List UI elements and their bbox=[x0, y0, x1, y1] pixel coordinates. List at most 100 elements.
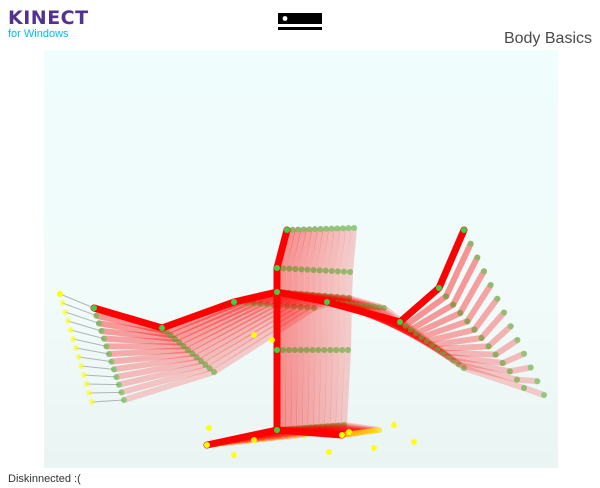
tracked-joint bbox=[481, 268, 487, 275]
tracked-joint bbox=[279, 347, 286, 353]
tracked-joint bbox=[98, 328, 105, 334]
inferred-joint bbox=[346, 429, 352, 435]
tracked-joint bbox=[118, 389, 125, 396]
tracked-joint bbox=[291, 347, 298, 353]
inferred-joint bbox=[78, 363, 85, 369]
skeleton-bone bbox=[499, 350, 527, 366]
inferred-bone bbox=[75, 347, 110, 355]
inferred-joint bbox=[326, 449, 332, 455]
tracked-joint bbox=[315, 347, 322, 353]
kinect-sensor-icon bbox=[278, 12, 322, 32]
tracked-joint bbox=[303, 347, 310, 353]
tracked-joint bbox=[297, 347, 304, 353]
tracked-joint bbox=[541, 392, 547, 398]
inferred-joint bbox=[339, 432, 345, 438]
tracked-joint bbox=[351, 225, 357, 231]
inferred-joint bbox=[86, 390, 93, 396]
tracked-joint bbox=[340, 268, 347, 275]
skeleton-bone bbox=[318, 347, 328, 430]
tracked-joint bbox=[101, 335, 107, 342]
inferred-joint bbox=[70, 336, 77, 342]
tracked-joint bbox=[467, 240, 474, 247]
tracked-joint bbox=[316, 267, 323, 274]
skeleton-bone bbox=[313, 347, 322, 431]
tracked-joint bbox=[300, 226, 307, 233]
inferred-joint bbox=[59, 300, 66, 306]
body-view-canvas bbox=[44, 50, 558, 468]
tracked-joint bbox=[231, 299, 237, 305]
inferred-bone bbox=[86, 383, 120, 386]
tracked-joint bbox=[521, 385, 527, 391]
inferred-joint bbox=[57, 291, 63, 297]
skeleton-bone bbox=[301, 347, 310, 431]
inferred-joint bbox=[73, 345, 79, 351]
skeleton-bone bbox=[310, 267, 317, 298]
sample-title: Body Basics bbox=[503, 30, 592, 47]
tracked-joint bbox=[121, 397, 127, 403]
inferred-joint bbox=[62, 309, 69, 315]
tracked-joint bbox=[327, 347, 334, 353]
skeleton-bone bbox=[309, 292, 316, 353]
body-basics-window: KINECT for Windows Body Basics Diskinnec… bbox=[0, 0, 600, 488]
tracked-joint bbox=[464, 318, 471, 325]
skeleton-bone bbox=[341, 347, 351, 428]
skeleton-bone bbox=[434, 343, 492, 352]
tracked-joint bbox=[333, 347, 340, 353]
tracked-joint bbox=[328, 268, 335, 274]
skeleton-bone bbox=[273, 426, 346, 439]
tracked-joint bbox=[514, 337, 521, 343]
skeleton-bone bbox=[285, 347, 292, 433]
tracked-joint bbox=[322, 267, 329, 274]
tracked-joint bbox=[461, 227, 467, 233]
inferred-bone bbox=[88, 391, 122, 394]
tracked-joint bbox=[108, 358, 115, 365]
tracked-joint bbox=[474, 254, 481, 261]
tracked-joint bbox=[436, 285, 442, 291]
tracked-joint bbox=[328, 225, 335, 232]
tracked-joint bbox=[285, 347, 292, 353]
tracked-joint bbox=[443, 293, 450, 300]
tracked-joint bbox=[106, 351, 112, 357]
skeleton-bone bbox=[334, 268, 341, 300]
skeleton-bone bbox=[513, 376, 541, 385]
brand-title: KINECT bbox=[8, 7, 89, 29]
inferred-joint bbox=[269, 337, 275, 343]
tracked-joint bbox=[513, 376, 520, 383]
tracked-joint bbox=[334, 268, 341, 275]
tracked-joint bbox=[471, 326, 478, 333]
tracked-joint bbox=[324, 299, 330, 305]
skeleton-bone bbox=[324, 347, 334, 430]
tracked-joint bbox=[339, 347, 346, 353]
tracked-joint bbox=[310, 267, 317, 273]
tracked-joint bbox=[521, 350, 527, 357]
tracked-joint bbox=[103, 343, 110, 350]
skeleton-bone bbox=[346, 269, 353, 301]
tracked-joint bbox=[334, 225, 341, 232]
tracked-joint bbox=[323, 225, 330, 232]
tracked-joint bbox=[317, 226, 324, 232]
tracked-joint bbox=[450, 301, 457, 308]
tracked-joint bbox=[298, 266, 305, 273]
tracked-joint bbox=[494, 295, 501, 302]
tracked-joint bbox=[321, 347, 328, 353]
tracked-joint bbox=[286, 265, 293, 272]
inferred-joint bbox=[83, 381, 90, 387]
inferred-joint bbox=[251, 437, 257, 443]
tracked-joint bbox=[478, 335, 485, 341]
tracked-joint bbox=[534, 378, 541, 385]
skeleton-bone bbox=[328, 268, 335, 300]
tracked-joint bbox=[295, 226, 302, 233]
tracked-joint bbox=[304, 266, 311, 273]
status-bar-text: Diskinnected :( bbox=[8, 473, 81, 485]
tracked-joint bbox=[407, 326, 414, 333]
inferred-joint bbox=[391, 422, 397, 428]
skeleton-bone bbox=[316, 267, 323, 299]
tracked-joint bbox=[507, 323, 514, 330]
tracked-joint bbox=[311, 226, 318, 233]
tracked-joint bbox=[113, 374, 120, 380]
skeleton-bone bbox=[335, 347, 346, 429]
skeleton-bone bbox=[450, 254, 481, 308]
inferred-joint bbox=[65, 318, 71, 324]
inferred-joint bbox=[75, 354, 82, 360]
tracked-joint bbox=[292, 266, 299, 272]
